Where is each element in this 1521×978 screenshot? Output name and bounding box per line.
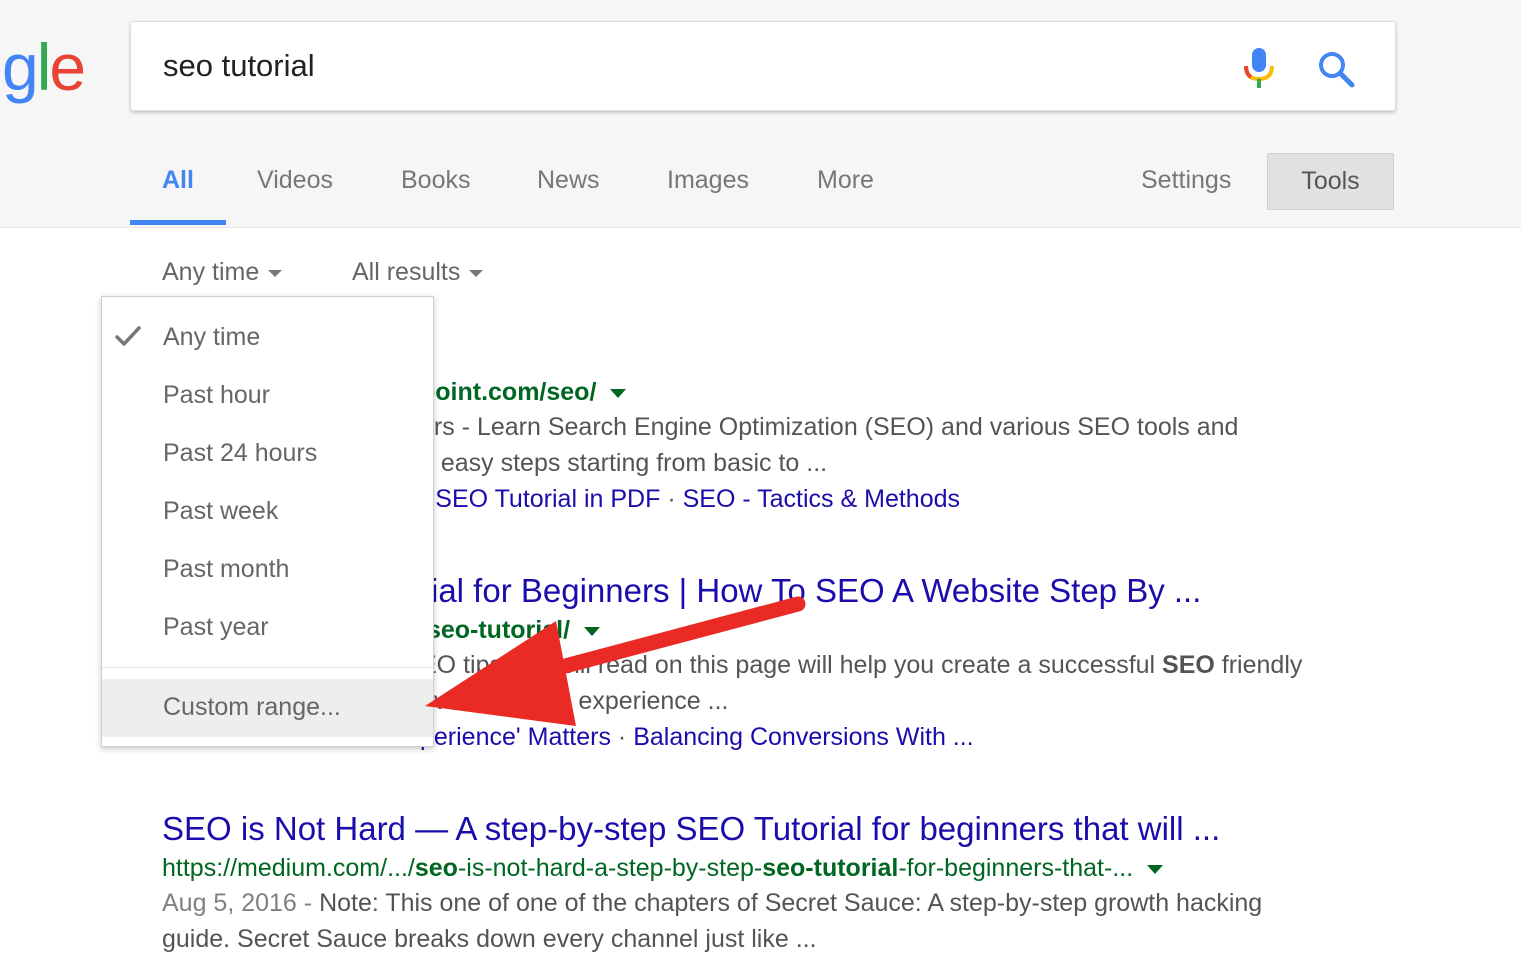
menu-item-past-month[interactable]: Past month [102, 541, 433, 599]
result-date: Aug 5, 2016 - [162, 889, 320, 917]
result-2-url[interactable]: /seo-tutorial/ [420, 616, 601, 645]
chevron-down-icon[interactable] [584, 626, 601, 636]
result-3-url[interactable]: https://medium.com/.../seo-is-not-hard-a… [162, 854, 1164, 883]
menu-item-label: Past week [163, 497, 279, 525]
snippet-text: EO tips you will read on this page will … [420, 651, 1163, 679]
menu-item-any-time[interactable]: Any time [102, 309, 433, 367]
results-filter[interactable]: All results [352, 258, 484, 287]
menu-item-label: Past year [163, 613, 269, 641]
url-bold: seo [414, 854, 458, 882]
search-box [130, 21, 1396, 111]
sitelink-experience-matters[interactable]: perience' Matters [420, 723, 611, 751]
url-part: -is-not-hard-a-step-by-step- [457, 854, 763, 882]
snippet-text: Note: This one of one of the chapters of… [319, 889, 1263, 917]
menu-item-label: Any time [163, 323, 261, 351]
menu-item-label: Past hour [163, 381, 271, 409]
result-1-url-text: point.com/seo/ [420, 378, 597, 406]
url-bold: seo-tutorial [762, 854, 899, 882]
result-2-snippet-line-1: EO tips you will read on this page will … [420, 651, 1302, 680]
chevron-down-icon[interactable] [610, 388, 627, 398]
tab-settings[interactable]: Settings [1141, 166, 1231, 195]
results-filter-label: All results [352, 258, 461, 286]
tab-all[interactable]: All [162, 166, 194, 195]
menu-item-past-year[interactable]: Past year [102, 599, 433, 657]
menu-item-past-24-hours[interactable]: Past 24 hours [102, 425, 433, 483]
result-2-title[interactable]: rial for Beginners | How To SEO A Websit… [420, 572, 1201, 610]
result-2-url-text: /seo-tutorial/ [420, 616, 571, 644]
tools-button[interactable]: Tools [1267, 153, 1394, 210]
sitelink-seo-tutorial-pdf[interactable]: SEO Tutorial in PDF [435, 485, 660, 513]
menu-item-label: Past 24 hours [163, 439, 318, 467]
menu-divider [102, 667, 433, 668]
google-logo[interactable]: gle [2, 34, 86, 100]
chevron-down-icon [469, 269, 484, 277]
result-1-snippet-line-2: d easy steps starting from basic to ... [420, 449, 828, 477]
tab-news[interactable]: News [537, 166, 600, 195]
menu-item-custom-range[interactable]: Custom range... [102, 679, 433, 737]
result-1-url[interactable]: point.com/seo/ [420, 378, 627, 407]
result-3-title[interactable]: SEO is Not Hard — A step-by-step SEO Tut… [162, 810, 1220, 848]
sitelink-seo-tactics[interactable]: SEO - Tactics & Methods [683, 485, 960, 513]
snippet-bold: SEO [1162, 651, 1215, 679]
result-2-snippet-line-2: over 10 years experience ... [420, 687, 729, 715]
menu-item-past-week[interactable]: Past week [102, 483, 433, 541]
menu-item-past-hour[interactable]: Past hour [102, 367, 433, 425]
sitelink-balancing-conversions[interactable]: Balancing Conversions With ... [633, 723, 973, 751]
tab-more[interactable]: More [817, 166, 874, 195]
active-tab-indicator [130, 220, 226, 225]
menu-item-label: Custom range... [163, 693, 341, 721]
snippet-text: friendly [1214, 651, 1303, 679]
chevron-down-icon[interactable] [1147, 864, 1164, 874]
url-part: -for-beginners-that-... [898, 854, 1134, 882]
result-1-sitelinks: · SEO Tutorial in PDF · SEO - Tactics & … [420, 485, 960, 514]
tab-images[interactable]: Images [667, 166, 749, 195]
url-part: https://medium.com/.../ [162, 854, 415, 882]
time-filter[interactable]: Any time [162, 258, 283, 287]
sitelink-separator: · [667, 485, 676, 513]
search-input[interactable] [163, 48, 1163, 84]
result-2-sitelinks: perience' Matters · Balancing Conversion… [420, 723, 974, 752]
result-1-snippet-line-1: ers - Learn Search Engine Optimization (… [420, 413, 1239, 441]
search-icon[interactable] [1317, 50, 1355, 88]
chevron-down-icon [268, 269, 283, 277]
sitelink-separator: · [617, 723, 627, 751]
microphone-icon[interactable] [1241, 46, 1277, 90]
result-3-snippet-line-2: guide. Secret Sauce breaks down every ch… [162, 925, 817, 953]
result-3-snippet-line-1: Aug 5, 2016 - Note: This one of one of t… [162, 889, 1262, 918]
time-filter-menu: Any time Past hour Past 24 hours Past we… [101, 296, 434, 747]
tab-videos[interactable]: Videos [257, 166, 333, 195]
menu-item-label: Past month [163, 555, 290, 583]
header-bar: gle All Videos Books News Images More Se… [0, 0, 1521, 228]
tab-books[interactable]: Books [401, 166, 470, 195]
checkmark-icon [115, 326, 141, 346]
time-filter-label: Any time [162, 258, 260, 286]
